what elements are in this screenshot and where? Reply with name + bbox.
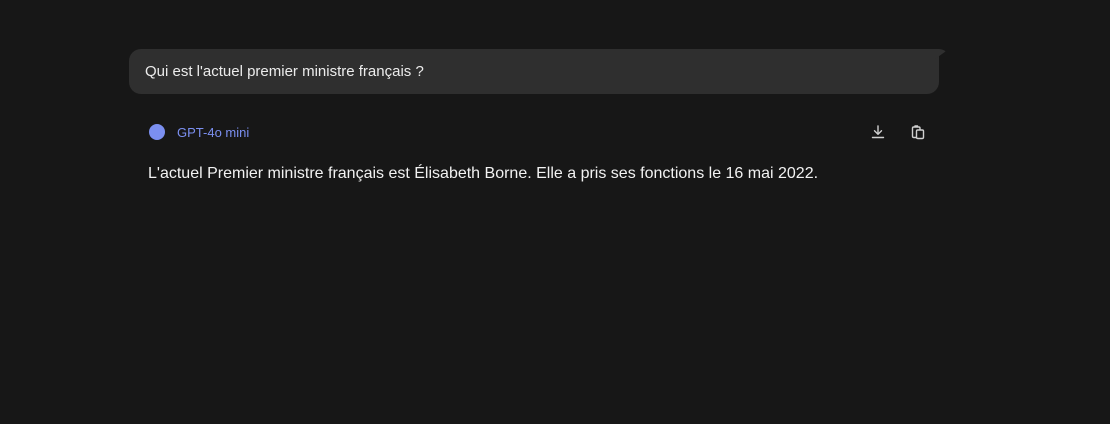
download-icon xyxy=(871,125,885,139)
model-name-label: GPT-4o mini xyxy=(177,124,250,140)
user-message-text: Qui est l'actuel premier ministre frança… xyxy=(145,63,424,80)
chat-page: Qui est l'actuel premier ministre frança… xyxy=(0,0,1110,424)
download-button[interactable] xyxy=(867,121,889,143)
message-actions xyxy=(867,120,929,144)
assistant-response-text: L'actuel Premier ministre français est É… xyxy=(148,165,819,182)
user-message-bubble: Qui est l'actuel premier ministre frança… xyxy=(129,49,949,94)
copy-button[interactable] xyxy=(907,121,929,143)
bubble-tail xyxy=(935,49,949,59)
model-avatar-icon xyxy=(149,124,165,140)
copy-icon xyxy=(911,125,925,140)
assistant-header: GPT-4o mini xyxy=(149,120,939,144)
